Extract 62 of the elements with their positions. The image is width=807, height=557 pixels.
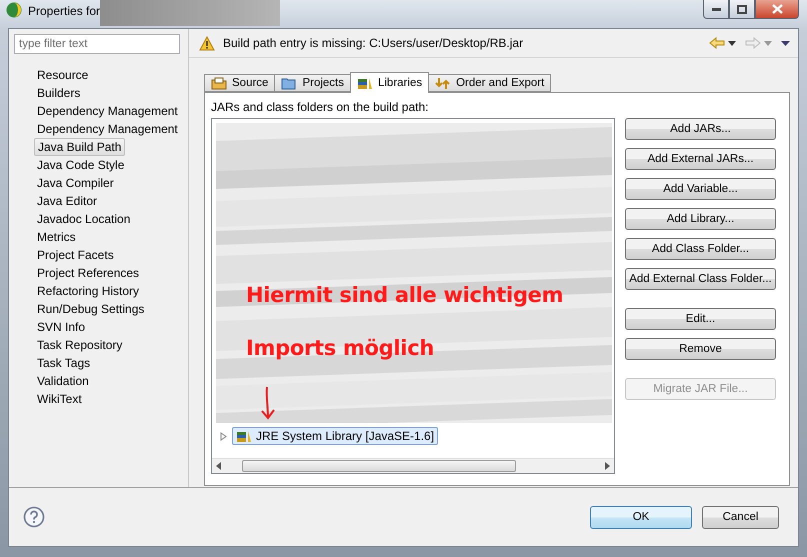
sidebar-item[interactable]: Java Editor xyxy=(34,192,100,210)
filter-field[interactable]: type filter text xyxy=(14,34,180,54)
action-button[interactable]: Add Class Folder... xyxy=(625,238,776,260)
sidebar-item[interactable]: Resource xyxy=(34,66,92,84)
view-menu-icon[interactable] xyxy=(781,40,790,46)
sidebar-item[interactable]: Metrics xyxy=(34,228,79,246)
sidebar-item[interactable]: Refactoring History xyxy=(34,282,142,300)
library-entry[interactable]: JRE System Library [JavaSE-1.6] xyxy=(232,427,438,445)
sidebar-item[interactable]: Javadoc Location xyxy=(34,210,134,228)
annotation-text: Imports möglich xyxy=(246,336,434,360)
expand-arrow-icon[interactable] xyxy=(220,432,228,440)
action-button[interactable]: Remove xyxy=(625,338,776,360)
sidebar-item[interactable]: WikiText xyxy=(34,390,85,408)
sidebar-item[interactable]: Java Build Path xyxy=(34,138,126,156)
app-logo-icon xyxy=(6,2,22,18)
action-button[interactable]: Add JARs... xyxy=(625,118,776,140)
scrollbar-thumb[interactable] xyxy=(242,460,516,472)
scroll-left-icon[interactable] xyxy=(216,462,222,470)
maximize-icon xyxy=(737,4,747,14)
help-icon[interactable] xyxy=(23,506,45,528)
action-button[interactable]: Add Variable... xyxy=(625,178,776,200)
dialog-button[interactable]: OK xyxy=(590,506,692,528)
scroll-right-icon[interactable] xyxy=(604,462,610,470)
close-icon xyxy=(772,4,782,14)
sidebar-item[interactable]: Java Code Style xyxy=(34,156,128,174)
list-label: JARs and class folders on the build path: xyxy=(211,100,430,114)
action-button[interactable]: Add Library... xyxy=(625,208,776,230)
folder-icon xyxy=(211,76,227,90)
sidebar-item[interactable]: Java Compiler xyxy=(34,174,117,192)
tab[interactable]: Source xyxy=(204,74,276,92)
tab[interactable]: Order and Export xyxy=(428,74,552,92)
sidebar-item[interactable]: Task Tags xyxy=(34,354,94,372)
sidebar-item[interactable]: Dependency Management xyxy=(34,120,181,138)
maximize-button[interactable] xyxy=(729,0,755,19)
minimize-button[interactable] xyxy=(703,0,729,19)
sidebar-item[interactable]: Project References xyxy=(34,264,142,282)
sidebar-item[interactable]: Task Repository xyxy=(34,336,126,354)
folder-icon xyxy=(281,76,298,90)
sidebar-item[interactable]: Run/Debug Settings xyxy=(34,300,148,318)
sidebar-item[interactable]: Validation xyxy=(34,372,92,390)
tab[interactable]: Projects xyxy=(274,74,351,92)
minimize-icon xyxy=(712,8,720,10)
books-icon xyxy=(356,76,373,90)
window-title: Properties for xyxy=(28,4,100,18)
dialog-button[interactable]: Cancel xyxy=(702,506,779,528)
status-message: Build path entry is missing: C:Users/user/Desktop/RB.jar xyxy=(223,36,524,50)
books-icon xyxy=(236,430,252,442)
annotation-text: Hiermit sind alle wichtigem xyxy=(246,283,564,307)
action-button[interactable]: Edit... xyxy=(625,308,776,330)
action-button[interactable]: Add External JARs... xyxy=(625,148,776,170)
reorder-icon xyxy=(435,76,452,90)
tab[interactable]: Libraries xyxy=(350,72,430,93)
close-button[interactable] xyxy=(755,0,799,19)
warning-icon xyxy=(199,36,215,50)
sidebar-item[interactable]: SVN Info xyxy=(34,318,88,336)
dropdown-caret-icon[interactable] xyxy=(728,40,736,46)
sidebar-item[interactable]: Dependency Management xyxy=(34,102,181,120)
sidebar-item[interactable]: Project Facets xyxy=(34,246,117,264)
library-list[interactable]: Hiermit sind alle wichtigem Imports möglich JRE System Library [JavaSE-1.6] xyxy=(211,118,615,474)
sidebar-item[interactable]: Builders xyxy=(34,84,84,102)
annotation-arrow-icon xyxy=(260,386,276,420)
action-button[interactable]: Add External Class Folder... xyxy=(625,268,776,290)
